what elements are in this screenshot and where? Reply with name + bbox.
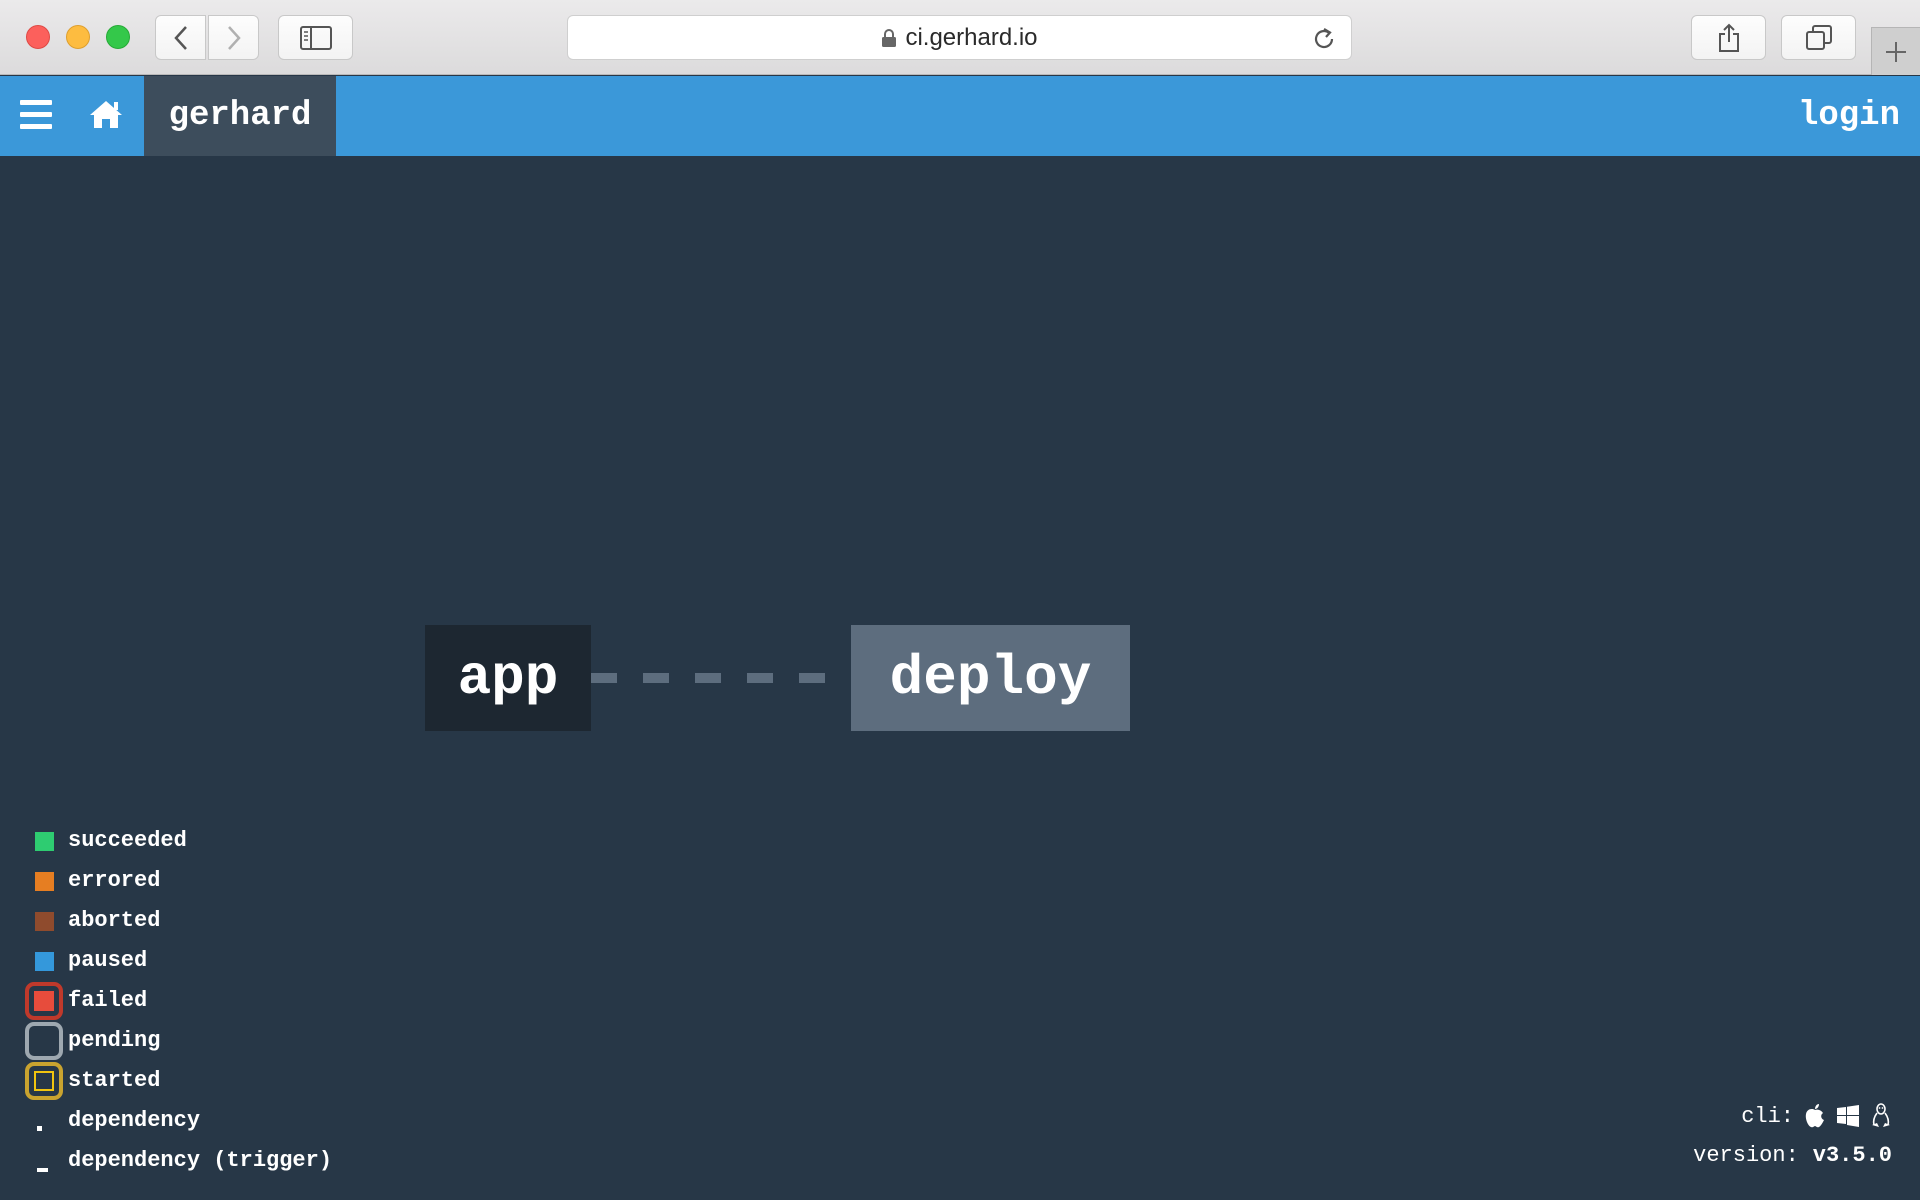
version-info: version: v3.5.0 <box>1693 1143 1892 1168</box>
top-bar: gerhard login <box>0 76 1920 156</box>
sidebar-toggle-button[interactable] <box>278 15 353 60</box>
legend-label: pending <box>68 1027 161 1053</box>
home-icon[interactable] <box>88 98 124 130</box>
windows-icon[interactable] <box>1836 1104 1860 1128</box>
dependency-trigger-swatch <box>37 1168 48 1172</box>
paused-swatch <box>35 952 54 971</box>
legend-label: errored <box>68 867 161 893</box>
chevron-right-icon <box>227 25 241 50</box>
legend-label: aborted <box>68 907 161 933</box>
version-value: v3.5.0 <box>1812 1143 1892 1168</box>
plus-icon <box>1886 41 1906 62</box>
legend-item-errored: errored <box>25 860 332 900</box>
share-icon <box>1718 23 1739 52</box>
back-button[interactable] <box>155 15 206 60</box>
errored-swatch <box>35 872 54 891</box>
window-close-button[interactable] <box>26 25 50 49</box>
failed-swatch <box>25 982 63 1020</box>
legend-item-aborted: aborted <box>25 900 332 940</box>
job-deploy[interactable]: deploy <box>851 625 1130 731</box>
share-button[interactable] <box>1691 15 1766 60</box>
url-text: ci.gerhard.io <box>905 23 1038 51</box>
tabs-icon <box>1805 24 1832 50</box>
cli-label: cli: <box>1741 1103 1794 1129</box>
window-minimize-button[interactable] <box>66 25 90 49</box>
legend-item-failed: failed <box>25 980 332 1020</box>
pipeline-name[interactable]: gerhard <box>144 76 336 156</box>
legend-label: succeeded <box>68 827 187 853</box>
sidebar-icon <box>299 25 332 50</box>
chevron-left-icon <box>173 25 187 50</box>
cli-downloads: cli: <box>1741 1103 1892 1129</box>
linux-icon[interactable] <box>1870 1103 1892 1129</box>
browser-chrome: ci.gerhard.io <box>0 0 1920 75</box>
started-swatch <box>25 1062 63 1100</box>
new-tab-button[interactable] <box>1871 27 1920 75</box>
legend-item-dependency-trigger: dependency (trigger) <box>25 1140 332 1180</box>
lock-icon <box>882 28 897 47</box>
legend-item-pending: pending <box>25 1020 332 1060</box>
tab-overview-button[interactable] <box>1781 15 1856 60</box>
legend-item-succeeded: succeeded <box>25 820 332 860</box>
legend-label: dependency (trigger) <box>68 1147 333 1173</box>
succeeded-swatch <box>35 832 54 851</box>
legend-label: failed <box>68 987 148 1013</box>
menu-icon[interactable] <box>20 100 52 130</box>
pipeline-edge <box>591 673 851 683</box>
apple-icon[interactable] <box>1804 1103 1826 1129</box>
legend: succeeded errored aborted paused failed … <box>25 820 332 1180</box>
legend-item-dependency: dependency <box>25 1100 332 1140</box>
reload-icon[interactable] <box>1311 26 1337 52</box>
version-label: version: <box>1693 1143 1799 1168</box>
legend-item-paused: paused <box>25 940 332 980</box>
window-zoom-button[interactable] <box>106 25 130 49</box>
job-app[interactable]: app <box>425 625 591 731</box>
pending-swatch <box>25 1022 63 1060</box>
address-bar[interactable]: ci.gerhard.io <box>567 15 1352 60</box>
dependency-swatch <box>37 1126 42 1131</box>
forward-button[interactable] <box>208 15 259 60</box>
legend-label: dependency <box>68 1107 201 1133</box>
login-link[interactable]: login <box>1798 76 1900 156</box>
legend-label: paused <box>68 947 148 973</box>
legend-item-started: started <box>25 1060 332 1100</box>
aborted-swatch <box>35 912 54 931</box>
legend-label: started <box>68 1067 161 1093</box>
